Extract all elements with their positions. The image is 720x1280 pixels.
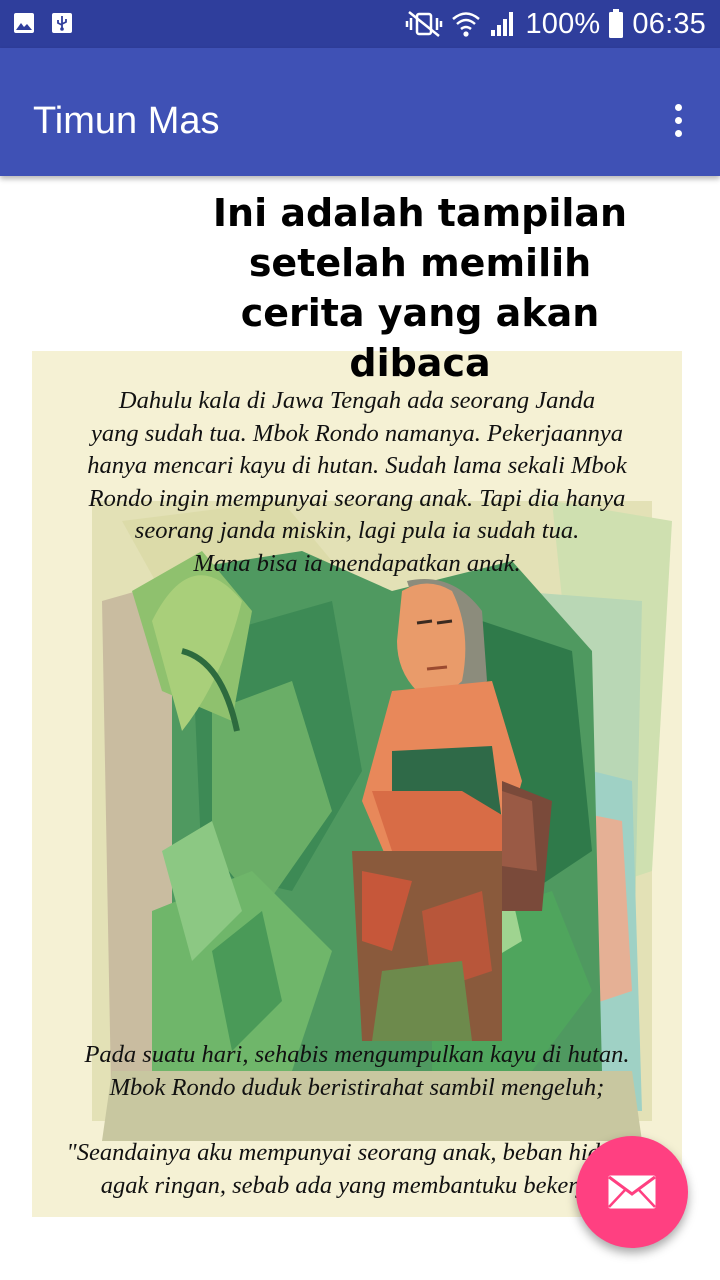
usb-icon bbox=[52, 13, 72, 33]
app-title: Timun Mas bbox=[33, 100, 220, 142]
image-icon bbox=[14, 13, 34, 33]
signal-icon bbox=[491, 12, 514, 36]
clock: 06:35 bbox=[632, 7, 706, 40]
story-paragraph: Dahulu kala di Jawa Tengah ada seorang J… bbox=[87, 387, 627, 577]
more-vert-icon[interactable] bbox=[658, 100, 698, 140]
status-bar: 100% 06:35 bbox=[0, 0, 720, 48]
app-bar: Timun Mas bbox=[0, 48, 720, 176]
page-heading: Ini adalah tampilan setelah memilih ceri… bbox=[212, 191, 628, 385]
mail-icon bbox=[608, 1175, 656, 1209]
story-image: Dahulu kala di Jawa Tengah ada seorang J… bbox=[32, 351, 682, 1217]
wifi-icon bbox=[452, 12, 481, 37]
compose-mail-button[interactable] bbox=[576, 1136, 688, 1248]
story-paragraph: Pada suatu hari, sehabis mengumpulkan ka… bbox=[84, 1041, 630, 1101]
battery-percent: 100% bbox=[525, 7, 601, 40]
battery-icon bbox=[609, 9, 624, 38]
mute-vibrate-icon bbox=[406, 11, 443, 37]
